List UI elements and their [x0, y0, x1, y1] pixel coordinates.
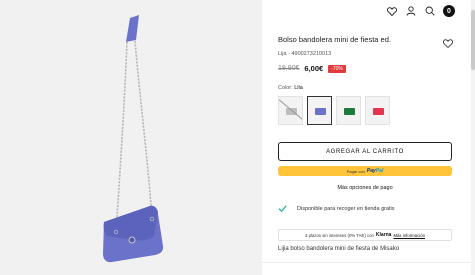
- add-to-cart-button[interactable]: AGREGAR AL CARRITO: [278, 142, 452, 161]
- klarna-text: 3 plazos sin intereses (0% TAE) con: [305, 233, 374, 238]
- price-sale: 6,00€: [304, 64, 323, 73]
- bag-strap: [126, 15, 139, 42]
- paypal-prefix: Pagar con: [347, 169, 365, 174]
- swatch-rojo[interactable]: [365, 96, 390, 125]
- klarna-banner: 3 plazos sin intereses (0% TAE) con Klar…: [278, 229, 452, 241]
- product-info-panel: 0 Bolso bandolera mini de fiesta ed. Lij…: [262, 0, 475, 275]
- discount-badge: -70%: [328, 65, 346, 73]
- more-payment-options-link[interactable]: Más opciones de pago: [278, 185, 452, 191]
- klarna-logo: Klarna: [376, 232, 392, 238]
- bag-chain-right: [135, 41, 152, 220]
- check-icon: [278, 204, 287, 213]
- product-image-panel: [0, 0, 262, 275]
- favorite-icon[interactable]: [443, 35, 453, 45]
- divider: [262, 262, 471, 263]
- store-pickup-info: Disponible para recoger en tienda gratis: [278, 204, 395, 213]
- bag-chain-left: [116, 42, 127, 232]
- wishlist-icon[interactable]: [386, 5, 398, 17]
- color-value: Lila: [294, 85, 303, 91]
- swatch-verde[interactable]: [336, 96, 361, 125]
- search-icon[interactable]: [424, 5, 436, 17]
- color-label: Color: Lila: [278, 85, 303, 91]
- swatch-lila[interactable]: [307, 96, 332, 125]
- price-row: 19,90€ 6,00€ -70%: [278, 64, 346, 73]
- bag-clasp: [129, 237, 135, 243]
- swatch-verde-thumb: [344, 108, 355, 115]
- swatch-gris[interactable]: [278, 96, 303, 125]
- account-icon[interactable]: [405, 5, 417, 17]
- scrollbar-thumb[interactable]: [471, 10, 475, 70]
- header-icons: 0: [386, 5, 455, 17]
- swatch-rojo-thumb: [373, 108, 384, 115]
- cart-count-badge[interactable]: 0: [443, 5, 455, 17]
- paypal-button[interactable]: Pagar con PayPal: [278, 166, 452, 176]
- product-reference: Lija - 4900273210013: [278, 51, 331, 57]
- product-title: Bolso bandolera mini de fiesta ed.: [278, 35, 391, 44]
- price-original: 19,90€: [278, 65, 299, 72]
- bag-flap: [104, 206, 158, 241]
- color-label-prefix: Color:: [278, 85, 293, 91]
- pickup-text: Disponible para recoger en tienda gratis: [297, 206, 395, 212]
- scrollbar[interactable]: [471, 0, 475, 275]
- product-image: [0, 0, 262, 275]
- paypal-logo: PayPal: [367, 168, 383, 174]
- klarna-more-info-link[interactable]: Más información: [393, 233, 425, 238]
- color-swatches: [278, 96, 390, 125]
- swatch-lila-thumb: [315, 108, 326, 115]
- product-description: Lijia bolso bandolera mini de fiesta de …: [278, 246, 399, 252]
